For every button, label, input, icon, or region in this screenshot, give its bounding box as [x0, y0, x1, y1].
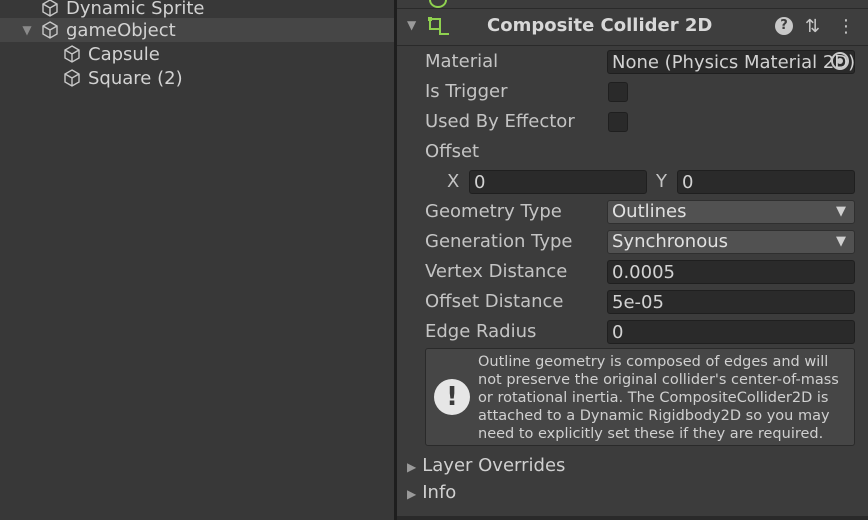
vertex-distance-label: Vertex Distance: [425, 261, 568, 282]
used-by-effector-checkbox[interactable]: [608, 112, 628, 132]
material-field[interactable]: None (Physics Material 2D): [607, 50, 855, 74]
foldout-label: Info: [422, 482, 457, 503]
offset-label: Offset: [425, 141, 480, 162]
offset-distance-value: 5e-05: [612, 292, 664, 313]
used-by-effector-label: Used By Effector: [425, 111, 575, 132]
partial-component-icon: [429, 0, 447, 8]
cube-icon: [42, 0, 58, 17]
vertex-distance-value: 0.0005: [612, 262, 675, 283]
component-title: Composite Collider 2D: [487, 15, 713, 36]
material-value: None (Physics Material 2D): [612, 52, 855, 73]
geometry-type-dropdown[interactable]: Outlines ▼: [607, 200, 855, 224]
offset-y-field[interactable]: 0: [677, 170, 855, 194]
offset-x-value: 0: [474, 172, 486, 193]
hierarchy-item-label: Dynamic Sprite: [66, 0, 205, 19]
vertex-distance-field[interactable]: 0.0005: [607, 260, 855, 284]
hierarchy-item-capsule[interactable]: Capsule: [0, 42, 456, 66]
generation-type-label: Generation Type: [425, 231, 573, 252]
inspector-panel: ▼ Composite Collider 2D ? ⇅ ⋮ Material N…: [397, 0, 868, 520]
offset-distance-label: Offset Distance: [425, 291, 564, 312]
cube-icon: [42, 21, 58, 39]
layer-overrides-foldout[interactable]: ▶ Layer Overrides: [407, 455, 565, 476]
hierarchy-item-gameobject[interactable]: ▼ gameObject: [0, 18, 414, 42]
foldout-label: Layer Overrides: [422, 455, 566, 476]
offset-y-label[interactable]: Y: [656, 171, 667, 192]
foldout-arrow-icon: ▶: [407, 460, 417, 474]
hierarchy-item-label: Capsule: [88, 43, 160, 65]
hierarchy-item-dynamic-sprite[interactable]: Dynamic Sprite: [0, 0, 434, 20]
geometry-type-value: Outlines: [612, 201, 687, 222]
edge-radius-label: Edge Radius: [425, 321, 537, 342]
offset-y-value: 0: [682, 172, 694, 193]
edge-radius-field[interactable]: 0: [607, 320, 855, 344]
is-trigger-checkbox[interactable]: [608, 82, 628, 102]
foldout-arrow-icon: ▶: [407, 487, 417, 501]
context-menu-icon[interactable]: ⋮: [837, 16, 855, 37]
material-label: Material: [425, 51, 499, 72]
edge-radius-value: 0: [612, 322, 624, 343]
offset-x-field[interactable]: 0: [469, 170, 647, 194]
fold-arrow-icon[interactable]: ▼: [407, 18, 416, 32]
dropdown-arrow-icon: ▼: [836, 204, 846, 219]
fold-arrow-icon[interactable]: ▼: [20, 23, 34, 37]
cube-icon: [64, 69, 80, 87]
exclamation-icon: !: [434, 379, 470, 415]
offset-distance-field[interactable]: 5e-05: [607, 290, 855, 314]
generation-type-dropdown[interactable]: Synchronous ▼: [607, 230, 855, 254]
info-helpbox: ! Outline geometry is composed of edges …: [425, 348, 855, 446]
object-picker-icon[interactable]: [831, 52, 849, 70]
dropdown-arrow-icon: ▼: [836, 234, 846, 249]
geometry-type-label: Geometry Type: [425, 201, 562, 222]
inspector-bottom-border: [397, 516, 868, 520]
help-icon[interactable]: ?: [775, 17, 793, 35]
cube-icon: [64, 45, 80, 63]
component-header[interactable]: ▼ Composite Collider 2D ? ⇅ ⋮: [397, 8, 868, 46]
offset-x-label[interactable]: X: [447, 171, 459, 192]
hierarchy-item-label: gameObject: [66, 19, 176, 41]
is-trigger-label: Is Trigger: [425, 81, 508, 102]
presets-icon[interactable]: ⇅: [805, 16, 820, 37]
generation-type-value: Synchronous: [612, 231, 729, 252]
info-foldout[interactable]: ▶ Info: [407, 482, 456, 503]
helpbox-message: Outline geometry is composed of edges an…: [478, 354, 839, 442]
hierarchy-panel: Dynamic Sprite ▼ gameObject Capsule Squa…: [0, 0, 414, 520]
composite-collider-icon: [428, 17, 449, 35]
hierarchy-item-square-2[interactable]: Square (2): [0, 66, 456, 90]
hierarchy-item-label: Square (2): [88, 67, 183, 89]
